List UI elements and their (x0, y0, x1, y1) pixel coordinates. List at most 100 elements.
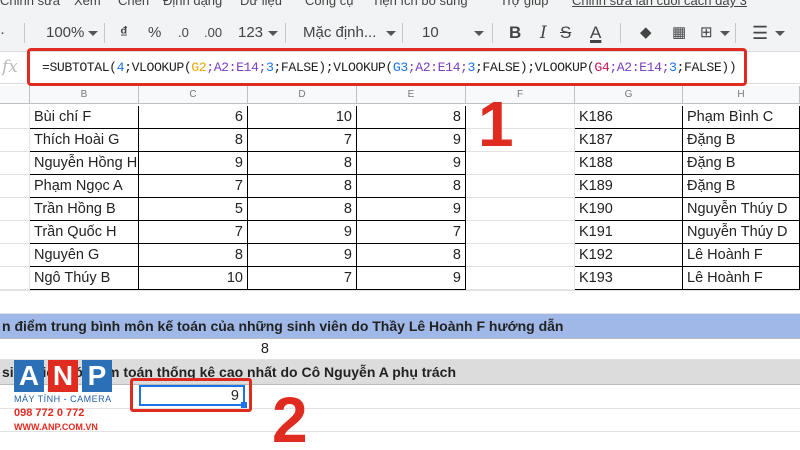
cell-name[interactable]: Trần Quốc H (30, 221, 139, 244)
cell-d[interactable]: 7 (248, 129, 357, 152)
cell-c[interactable]: 9 (139, 152, 248, 175)
cell-e[interactable]: 8 (357, 106, 466, 129)
menu-format[interactable]: Định dạng (163, 0, 222, 8)
cell-g[interactable]: K193 (575, 267, 683, 290)
cell-name[interactable]: Trần Hồng B (30, 198, 139, 221)
font-size-select[interactable]: 10 (422, 21, 439, 45)
cell-a[interactable] (0, 152, 30, 175)
column-header-d[interactable]: D (248, 86, 357, 104)
cell-d[interactable]: 8 (248, 152, 357, 175)
menu-addons[interactable]: Tiện ích bổ sung (372, 0, 468, 8)
zoom-select[interactable]: 100% (46, 21, 84, 45)
cell-a[interactable] (0, 267, 30, 290)
cell-c[interactable]: 7 (139, 175, 248, 198)
cell-f[interactable] (466, 175, 575, 198)
fill-color-icon[interactable]: ◆ (640, 21, 652, 45)
cell-name[interactable]: Phạm Ngọc A (30, 175, 139, 198)
cell-g[interactable]: K188 (575, 152, 683, 175)
text-color-button[interactable]: A (590, 21, 601, 45)
cell-a[interactable] (0, 244, 30, 267)
cell-name[interactable]: Thích Hoài G (30, 129, 139, 152)
cell-c[interactable]: 8 (139, 244, 248, 267)
fill-handle[interactable] (241, 402, 247, 408)
cell-h[interactable]: Đặng B (683, 152, 800, 175)
cell-f[interactable] (466, 267, 575, 290)
cell-h[interactable]: Phạm Bình C (683, 106, 800, 129)
cell-a[interactable] (0, 198, 30, 221)
more-formats-button[interactable]: 123 (238, 21, 263, 45)
increase-decimal-button[interactable]: .00 (204, 21, 222, 45)
cell-name[interactable]: Nguyễn Hồng H (30, 152, 139, 175)
cell-name[interactable]: Nguyên G (30, 244, 139, 267)
menu-edit[interactable]: Chỉnh sửa (0, 0, 60, 8)
cell-name[interactable]: Bùi chí F (30, 106, 139, 129)
result-cell-average[interactable]: 8 (139, 339, 273, 360)
cell-g[interactable]: K186 (575, 106, 683, 129)
cell-g[interactable]: K190 (575, 198, 683, 221)
column-header-h[interactable]: H (683, 86, 800, 104)
strikethrough-button[interactable]: S (560, 21, 571, 45)
menu-view[interactable]: Xem (74, 0, 101, 8)
cell-c[interactable]: 6 (139, 106, 248, 129)
cell-e[interactable]: 8 (357, 244, 466, 267)
cell-h[interactable]: Nguyễn Thúy D (683, 221, 800, 244)
cell-h[interactable]: Nguyễn Thúy D (683, 198, 800, 221)
currency-button[interactable]: ₫ (120, 21, 128, 45)
cell-g[interactable]: K189 (575, 175, 683, 198)
menu-insert[interactable]: Chèn (118, 0, 149, 8)
cell-e[interactable]: 9 (357, 267, 466, 290)
cell-f[interactable] (466, 244, 575, 267)
cell-c[interactable]: 7 (139, 221, 248, 244)
cell-c[interactable]: 8 (139, 129, 248, 152)
formula-input[interactable]: =SUBTOTAL(4;VLOOKUP(G2;A2:E14;3;FALSE);V… (42, 60, 737, 75)
last-edit-link[interactable]: Chỉnh sửa lần cuối cách đây 3 (572, 0, 747, 8)
cell-c[interactable]: 5 (139, 198, 248, 221)
cell-h[interactable]: Lê Hoành F (683, 244, 800, 267)
cell-f[interactable] (466, 198, 575, 221)
percent-button[interactable]: % (148, 21, 161, 45)
cell-g[interactable]: K192 (575, 244, 683, 267)
cell-a[interactable] (0, 106, 30, 129)
result-cell-max-selected[interactable]: 9 (139, 385, 245, 406)
cell-a[interactable] (0, 175, 30, 198)
cell-d[interactable]: 7 (248, 267, 357, 290)
cell-d[interactable]: 9 (248, 244, 357, 267)
merge-cells-icon[interactable]: ⊞ (700, 21, 713, 45)
cell-d[interactable]: 9 (248, 221, 357, 244)
cell-d[interactable]: 10 (248, 106, 357, 129)
borders-icon[interactable]: ▦ (672, 21, 686, 45)
cell-f[interactable] (466, 221, 575, 244)
column-header-g[interactable]: G (575, 86, 683, 104)
column-header-b[interactable]: B (30, 86, 139, 104)
cell-a[interactable] (0, 221, 30, 244)
table-row: Thích Hoài G 8 7 9 K187 Đặng B (0, 129, 800, 152)
cell-e[interactable]: 9 (357, 152, 466, 175)
cell-c[interactable]: 10 (139, 267, 248, 290)
cell-d[interactable]: 8 (248, 198, 357, 221)
font-select[interactable]: Mặc định... (303, 21, 376, 45)
menu-help[interactable]: Trợ giúp (500, 0, 549, 8)
column-header-e[interactable]: E (357, 86, 466, 104)
cell-e[interactable]: 7 (357, 221, 466, 244)
cell-g[interactable]: K187 (575, 129, 683, 152)
decrease-decimal-button[interactable]: .0 (178, 21, 189, 45)
cell-name[interactable]: Ngô Thúy B (30, 267, 139, 290)
cell-h[interactable]: Đặng B (683, 129, 800, 152)
italic-button[interactable]: I (540, 21, 547, 45)
cell-a[interactable] (0, 129, 30, 152)
column-header-a[interactable] (0, 86, 30, 104)
bold-button[interactable]: B (509, 21, 521, 45)
cell-h[interactable]: Lê Hoành F (683, 267, 800, 290)
cell-e[interactable]: 8 (357, 175, 466, 198)
cell-e[interactable]: 9 (357, 129, 466, 152)
cell-d[interactable]: 8 (248, 175, 357, 198)
menu-tools[interactable]: Công cụ (305, 0, 353, 8)
question-band-statistics-max[interactable]: sinh viên có điểm toán thống kê cao nhất… (0, 360, 800, 385)
question-band-accounting-average[interactable]: n điểm trung bình môn kế toán của những … (0, 314, 800, 339)
cell-g[interactable]: K191 (575, 221, 683, 244)
menu-data[interactable]: Dữ liệu (240, 0, 282, 8)
cell-e[interactable]: 9 (357, 198, 466, 221)
align-icon[interactable]: ☰ (752, 21, 768, 45)
cell-h[interactable]: Đặng B (683, 175, 800, 198)
column-header-c[interactable]: C (139, 86, 248, 104)
